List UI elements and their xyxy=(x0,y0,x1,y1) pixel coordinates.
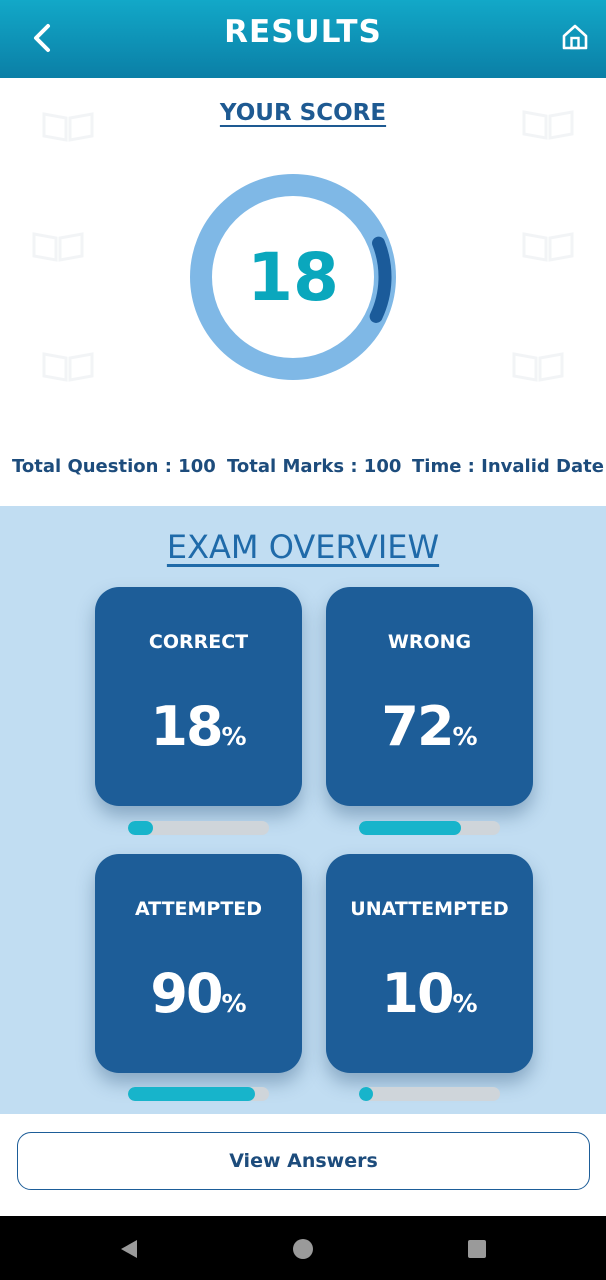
book-watermark-icon xyxy=(42,352,94,382)
card-value: 90% xyxy=(150,962,247,1025)
card-label: UNATTEMPTED xyxy=(350,898,509,920)
view-answers-button[interactable]: View Answers xyxy=(17,1132,590,1190)
attempted-progress-fill xyxy=(128,1087,255,1101)
card-value: 18% xyxy=(150,695,247,758)
home-button[interactable] xyxy=(558,18,592,56)
attempted-card: ATTEMPTED 90% xyxy=(95,854,302,1073)
correct-card: CORRECT 18% xyxy=(95,587,302,806)
correct-progress-fill xyxy=(128,821,154,835)
time-stat: Time : Invalid Date xyxy=(412,456,604,477)
correct-progress-bar xyxy=(128,821,269,835)
results-screen: RESULTS YOUR SCORE 18 Total Question: 1… xyxy=(0,0,606,1280)
wrong-progress-bar xyxy=(359,821,500,835)
book-watermark-icon xyxy=(522,232,574,262)
card-value: 10% xyxy=(381,962,478,1025)
book-watermark-icon xyxy=(512,352,564,382)
wrong-card: WRONG 72% xyxy=(326,587,533,806)
score-section: YOUR SCORE 18 Total Question : 100 Total… xyxy=(0,78,606,506)
unattempted-card: UNATTEMPTED 10% xyxy=(326,854,533,1073)
unattempted-progress-bar xyxy=(359,1087,500,1101)
actions-area: View Answers xyxy=(0,1114,606,1216)
card-value: 72% xyxy=(381,695,478,758)
total-question-stat: Total Question : 100 xyxy=(12,456,216,477)
app-header: RESULTS xyxy=(0,0,606,78)
total-marks-stat: Total Marks : 100 xyxy=(227,456,402,477)
unattempted-progress-fill xyxy=(359,1087,374,1101)
system-nav-bar xyxy=(0,1216,606,1280)
card-label: WRONG xyxy=(387,631,472,653)
wrong-progress-fill xyxy=(359,821,461,835)
attempted-progress-bar xyxy=(128,1087,269,1101)
circle-home-icon xyxy=(293,1239,313,1259)
exam-overview-section: EXAM OVERVIEW CORRECT 18% WRONG 72% ATTE… xyxy=(0,506,606,1114)
square-recents-icon xyxy=(468,1240,486,1258)
score-heading: YOUR SCORE xyxy=(219,100,387,126)
home-icon xyxy=(562,24,588,50)
book-watermark-icon xyxy=(32,232,84,262)
card-label: CORRECT xyxy=(148,631,249,653)
page-title: RESULTS xyxy=(224,14,382,50)
card-label: ATTEMPTED xyxy=(134,898,263,920)
triangle-back-icon xyxy=(121,1240,137,1258)
overview-title: EXAM OVERVIEW xyxy=(166,528,440,566)
system-recents-button[interactable] xyxy=(464,1236,490,1262)
score-value: 18 xyxy=(247,238,339,316)
system-home-button[interactable] xyxy=(290,1236,316,1262)
system-back-button[interactable] xyxy=(116,1236,142,1262)
